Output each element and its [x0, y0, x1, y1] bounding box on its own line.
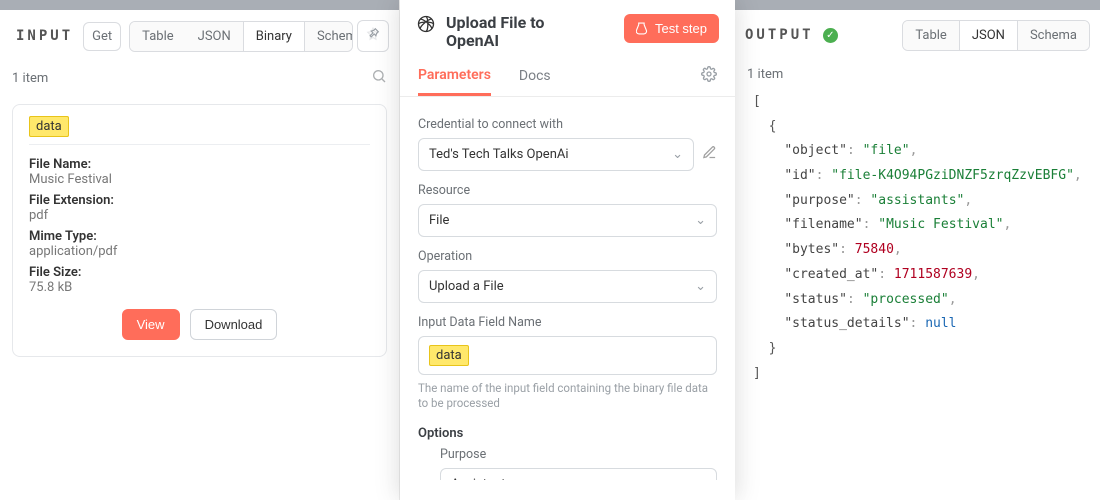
file-size-value: 75.8 kB: [29, 280, 370, 295]
tab-parameters[interactable]: Parameters: [418, 57, 491, 96]
output-tabs: Table JSON Schema: [902, 20, 1090, 51]
purpose-select[interactable]: Assistants ⌄: [440, 468, 717, 480]
chevron-down-icon: ⌄: [695, 213, 706, 228]
get-button[interactable]: Get: [83, 22, 121, 51]
operation-label: Operation: [418, 249, 717, 264]
file-size-label: File Size:: [29, 265, 370, 280]
input-data-field-label: Input Data Field Name: [418, 315, 717, 330]
credential-select[interactable]: Ted's Tech Talks OpenAi ⌄: [418, 138, 694, 171]
chevron-down-icon: ⌄: [672, 147, 683, 162]
binary-field-badge: data: [29, 116, 69, 137]
divider: [29, 144, 370, 145]
node-title: Upload File to OpenAI: [446, 14, 596, 51]
mime-type-value: application/pdf: [29, 244, 370, 259]
tab-table[interactable]: Table: [130, 22, 185, 51]
input-tabs: Table JSON Binary Schema: [129, 21, 353, 52]
operation-value: Upload a File: [429, 279, 504, 294]
resource-value: File: [429, 213, 449, 228]
search-icon[interactable]: [371, 68, 387, 88]
binary-item-card: data File Name: Music Festival File Exte…: [12, 104, 387, 357]
tab-schema[interactable]: Schema: [1018, 21, 1089, 50]
credential-label: Credential to connect with: [418, 117, 717, 132]
purpose-label: Purpose: [440, 447, 717, 462]
tab-docs[interactable]: Docs: [519, 58, 551, 94]
file-ext-value: pdf: [29, 208, 370, 223]
input-panel: INPUT Get Table JSON Binary Schema 1 ite…: [0, 0, 400, 500]
chevron-down-icon: ⌄: [695, 279, 706, 294]
input-panel-label: INPUT: [10, 24, 79, 48]
tab-json[interactable]: JSON: [959, 21, 1018, 50]
download-button[interactable]: Download: [190, 309, 278, 340]
input-item-count: 1 item: [12, 71, 48, 86]
file-name-label: File Name:: [29, 157, 370, 172]
tab-schema[interactable]: Schema: [305, 22, 353, 51]
inactive-tab-bar: [735, 0, 1100, 10]
purpose-value: Assistants: [451, 477, 512, 480]
inactive-tab-bar: [0, 0, 399, 10]
options-section-label: Options: [418, 426, 717, 441]
output-item-count: 1 item: [747, 67, 783, 82]
view-button[interactable]: View: [122, 309, 180, 340]
mime-type-label: Mime Type:: [29, 229, 370, 244]
openai-icon: [416, 14, 436, 38]
input-data-field-helper: The name of the input field containing t…: [418, 381, 717, 412]
input-data-field-value: data: [429, 345, 469, 366]
output-panel-label: OUTPUT: [745, 27, 814, 43]
resource-label: Resource: [418, 183, 717, 198]
test-step-button[interactable]: Test step: [624, 14, 719, 43]
pin-button[interactable]: [357, 20, 389, 52]
test-step-label: Test step: [655, 21, 707, 36]
credential-value: Ted's Tech Talks OpenAi: [429, 147, 569, 162]
output-json: [ { "object": "file", "id": "file-K4O94P…: [735, 90, 1100, 406]
chevron-down-icon: ⌄: [695, 477, 706, 480]
tab-json[interactable]: JSON: [186, 22, 243, 51]
gear-icon[interactable]: [701, 66, 717, 86]
output-panel: OUTPUT ✓ Table JSON Schema 1 item [ { "o…: [735, 0, 1100, 500]
tab-binary[interactable]: Binary: [243, 22, 305, 51]
operation-select[interactable]: Upload a File ⌄: [418, 270, 717, 303]
resource-select[interactable]: File ⌄: [418, 204, 717, 237]
file-ext-label: File Extension:: [29, 193, 370, 208]
tab-table[interactable]: Table: [903, 21, 958, 50]
edit-credential-button[interactable]: [702, 145, 717, 164]
success-icon: ✓: [823, 28, 838, 43]
node-config-panel: Upload File to OpenAI Test step Paramete…: [400, 0, 735, 500]
file-name-value: Music Festival: [29, 172, 370, 187]
input-data-field-input[interactable]: data: [418, 336, 717, 375]
